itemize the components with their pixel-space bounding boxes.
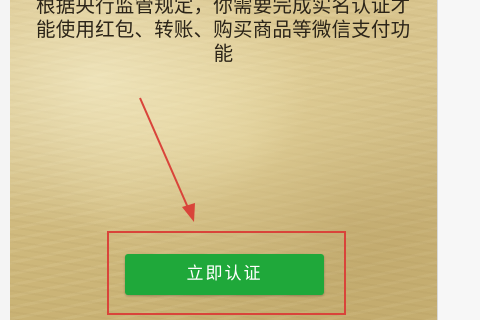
notice-line-1: 根据央行监管规定，你需要完成实名认证才 bbox=[36, 0, 411, 17]
right-margin bbox=[437, 0, 480, 320]
real-name-notice: 根据央行监管规定，你需要完成实名认证才 能使用红包、转账、购买商品等微信支付功 … bbox=[36, 0, 431, 66]
verify-now-button[interactable]: 立即认证 bbox=[125, 254, 324, 295]
notice-line-3: 能 bbox=[213, 42, 234, 65]
notice-line-2: 能使用红包、转账、购买商品等微信支付功 bbox=[36, 18, 411, 41]
